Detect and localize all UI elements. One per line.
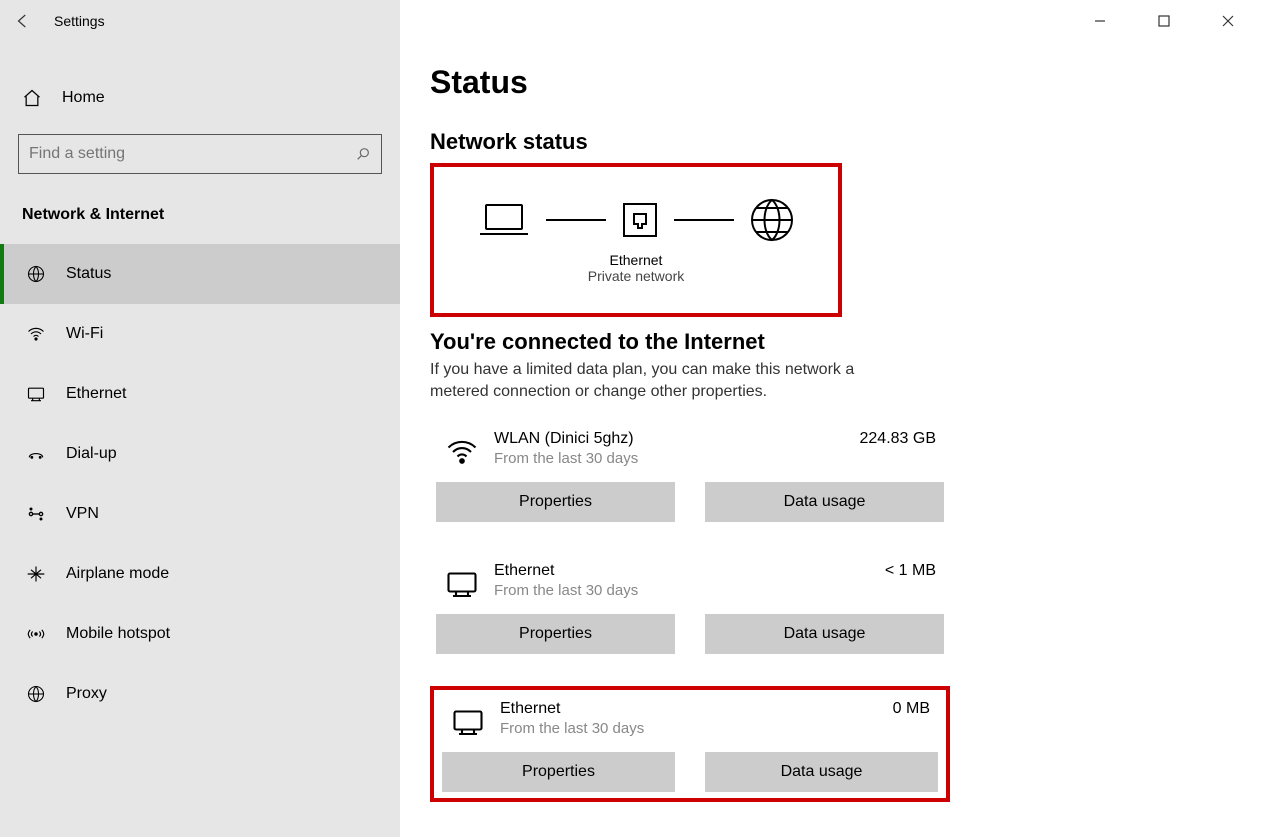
adapter-usage: 0 MB xyxy=(893,700,930,718)
nav-item-label: Ethernet xyxy=(66,385,126,403)
nav-item-label: Status xyxy=(66,265,111,283)
adapter-name: Ethernet xyxy=(494,562,871,580)
proxy-globe-icon xyxy=(26,684,46,704)
data-usage-button[interactable]: Data usage xyxy=(705,752,938,792)
laptop-icon xyxy=(476,200,532,240)
wifi-icon xyxy=(26,324,46,344)
home-icon xyxy=(22,88,42,108)
nav-item-dialup[interactable]: Dial-up xyxy=(0,424,400,484)
diagram-adapter-label: Ethernet xyxy=(588,252,684,268)
properties-button[interactable]: Properties xyxy=(442,752,675,792)
adapter-sub: From the last 30 days xyxy=(500,720,879,737)
nav-item-label: VPN xyxy=(66,505,99,523)
globe-icon xyxy=(748,196,796,244)
search-box[interactable] xyxy=(18,134,382,174)
nav-item-label: Airplane mode xyxy=(66,565,169,583)
window-controls xyxy=(1082,6,1258,36)
dialup-icon xyxy=(26,444,46,464)
data-usage-button[interactable]: Data usage xyxy=(705,482,944,522)
nav-item-proxy[interactable]: Proxy xyxy=(0,664,400,724)
maximize-button[interactable] xyxy=(1146,6,1182,36)
connector-line xyxy=(546,219,606,221)
connected-heading: You're connected to the Internet xyxy=(430,329,1236,355)
airplane-icon xyxy=(26,564,46,584)
ethernet-port-icon xyxy=(620,200,660,240)
nav-item-label: Wi-Fi xyxy=(66,325,103,343)
search-input[interactable] xyxy=(29,145,347,163)
page-title: Status xyxy=(430,64,1236,101)
adapter-name: Ethernet xyxy=(500,700,879,718)
connected-body: If you have a limited data plan, you can… xyxy=(430,359,910,404)
back-icon[interactable] xyxy=(14,12,32,30)
app-title: Settings xyxy=(54,13,105,29)
main-content: Status Network status Ethernet Private n… xyxy=(400,0,1266,837)
sidebar: Settings Home Network & Internet Status … xyxy=(0,0,400,837)
nav-home[interactable]: Home xyxy=(0,74,400,122)
nav-home-label: Home xyxy=(62,89,105,107)
globe-icon xyxy=(26,264,46,284)
adapter-sub: From the last 30 days xyxy=(494,582,871,599)
diagram-labels: Ethernet Private network xyxy=(588,252,684,284)
adapter-usage: < 1 MB xyxy=(885,562,936,580)
adapter-name: WLAN (Dinici 5ghz) xyxy=(494,430,846,448)
titlebar-left: Settings xyxy=(0,0,400,44)
data-usage-button[interactable]: Data usage xyxy=(705,614,944,654)
section-title: Network status xyxy=(430,129,1236,155)
minimize-button[interactable] xyxy=(1082,6,1118,36)
vpn-icon xyxy=(26,504,46,524)
nav-item-vpn[interactable]: VPN xyxy=(0,484,400,544)
properties-button[interactable]: Properties xyxy=(436,614,675,654)
nav-item-status[interactable]: Status xyxy=(0,244,400,304)
nav-item-hotspot[interactable]: Mobile hotspot xyxy=(0,604,400,664)
ethernet-icon xyxy=(26,384,46,404)
wifi-icon xyxy=(444,434,480,470)
nav-item-airplane[interactable]: Airplane mode xyxy=(0,544,400,604)
nav-item-wifi[interactable]: Wi-Fi xyxy=(0,304,400,364)
network-diagram: Ethernet Private network xyxy=(430,163,842,317)
ethernet-icon xyxy=(444,566,480,602)
adapter-card: Ethernet From the last 30 days < 1 MB Pr… xyxy=(430,554,950,668)
nav-item-label: Dial-up xyxy=(66,445,117,463)
connector-line xyxy=(674,219,734,221)
nav-item-label: Mobile hotspot xyxy=(66,625,170,643)
adapter-sub: From the last 30 days xyxy=(494,450,846,467)
search-icon xyxy=(355,146,371,162)
nav-item-label: Proxy xyxy=(66,685,107,703)
hotspot-icon xyxy=(26,624,46,644)
nav-list: Status Wi-Fi Ethernet Dial-up VPN xyxy=(0,244,400,724)
adapter-card: Ethernet From the last 30 days 0 MB Prop… xyxy=(430,686,950,802)
nav-item-ethernet[interactable]: Ethernet xyxy=(0,364,400,424)
properties-button[interactable]: Properties xyxy=(436,482,675,522)
ethernet-icon xyxy=(450,704,486,740)
adapter-card: WLAN (Dinici 5ghz) From the last 30 days… xyxy=(430,422,950,536)
adapter-usage: 224.83 GB xyxy=(860,430,937,448)
close-button[interactable] xyxy=(1210,6,1246,36)
diagram-network-type: Private network xyxy=(588,268,684,284)
category-title: Network & Internet xyxy=(0,178,400,244)
